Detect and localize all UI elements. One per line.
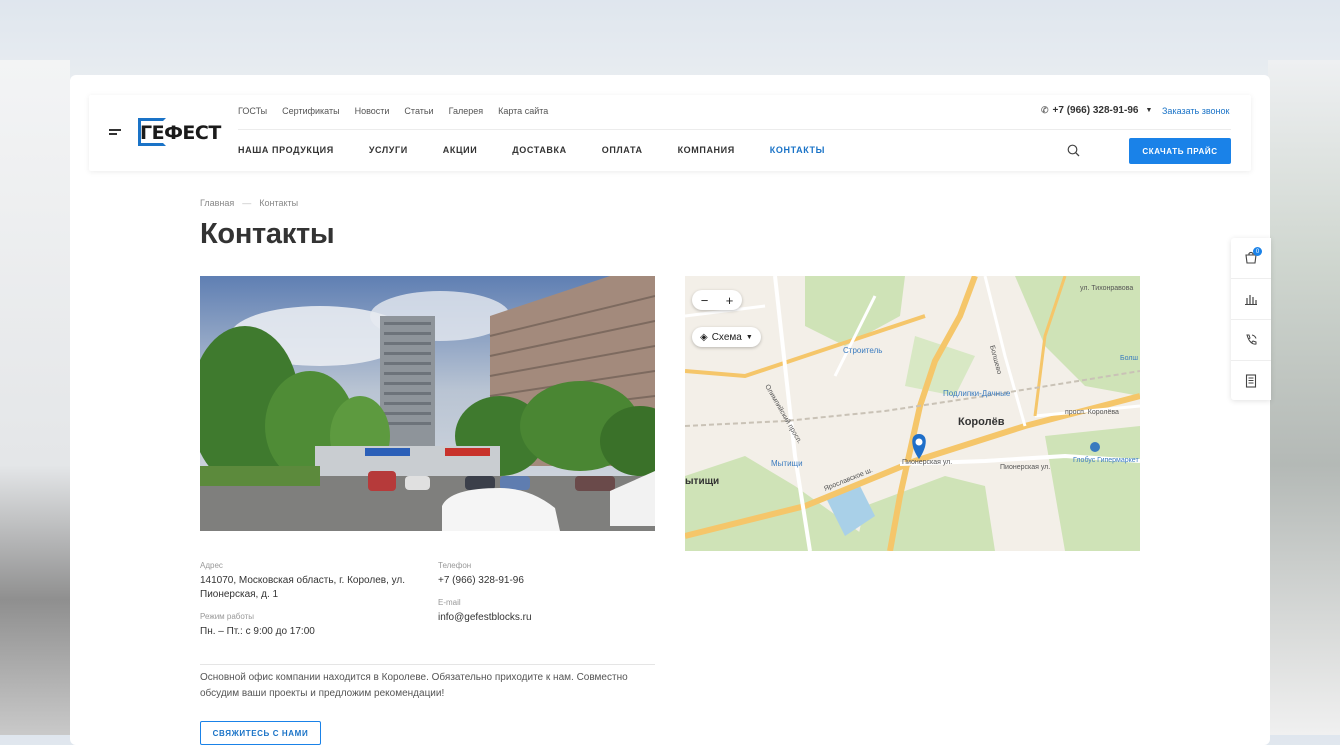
map-label-pionerskaya-2: Пионерская ул. (1000, 464, 1050, 471)
chevron-down-icon: ▼ (1145, 107, 1153, 114)
map-layer-label: Схема (711, 331, 742, 343)
phone-icon: ✆ (1041, 105, 1049, 115)
nav-company[interactable]: КОМПАНИЯ (678, 145, 735, 155)
top-link-sitemap[interactable]: Карта сайта (498, 106, 548, 116)
background-right (1268, 60, 1340, 735)
side-compare[interactable] (1231, 279, 1271, 320)
document-icon (1245, 374, 1257, 388)
breadcrumb-separator: — (242, 198, 252, 208)
address-value: 141070, Московская область, г. Королев, … (200, 575, 406, 600)
top-link-gallery[interactable]: Галерея (449, 106, 484, 116)
map-layer-selector[interactable]: ◈ Схема ▼ (692, 327, 761, 347)
email-label: E-mail (438, 598, 461, 607)
hours-label: Режим работы (200, 612, 255, 621)
map-label-podlipki: Подлипки-Дачные (943, 389, 1011, 398)
address-label: Адрес (200, 561, 223, 570)
background-left (0, 60, 70, 735)
callback-link[interactable]: Заказать звонок (1162, 106, 1229, 116)
nav-payment[interactable]: ОПЛАТА (602, 145, 643, 155)
side-document[interactable] (1231, 361, 1271, 401)
map-label-tikhonravova: ул. Тихонравова (1080, 285, 1133, 292)
logo[interactable]: ГЕФЕСТ (138, 116, 221, 150)
hours-block: Режим работы Пн. – Пт.: с 9:00 до 17:00 (200, 612, 425, 639)
nav-products[interactable]: НАША ПРОДУКЦИЯ (238, 145, 334, 155)
phone-call-icon (1246, 334, 1257, 345)
zoom-in-icon[interactable]: + (726, 293, 734, 308)
breadcrumb-current: Контакты (259, 198, 299, 208)
top-nav: ГОСТы Сертификаты Новости Статьи Галерея… (238, 106, 548, 116)
location-map[interactable]: Королёв Строитель Подлипки-Дачные Мытищи… (685, 276, 1140, 551)
page-title: Контакты (200, 218, 335, 250)
header: ГЕФЕСТ ГОСТы Сертификаты Новости Статьи … (89, 95, 1251, 171)
side-cart[interactable]: 0 (1231, 238, 1271, 279)
cart-count-badge: 0 (1253, 247, 1262, 256)
compare-icon (1245, 295, 1257, 305)
map-label-globus: Глобус Гипермаркет (1073, 456, 1139, 464)
phone-value[interactable]: +7 (966) 328-91-96 (438, 574, 638, 588)
breadcrumb-home[interactable]: Главная (200, 198, 234, 208)
hours-value: Пн. – Пт.: с 9:00 до 17:00 (200, 626, 315, 637)
download-price-button[interactable]: СКАЧАТЬ ПРАЙС (1129, 138, 1231, 164)
side-panel: 0 (1231, 238, 1271, 400)
email-block: E-mail info@gefestblocks.ru (438, 598, 638, 625)
header-divider (238, 129, 1231, 130)
top-link-news[interactable]: Новости (355, 106, 390, 116)
layers-icon: ◈ (700, 331, 708, 343)
phone-block: Телефон +7 (966) 328-91-96 (438, 561, 638, 588)
search-icon[interactable] (1067, 144, 1080, 157)
map-label-pionerskaya: Пионерская ул. (902, 459, 952, 466)
zoom-out-icon[interactable]: − (701, 293, 709, 308)
map-zoom-controls: − + (692, 290, 742, 310)
chevron-down-icon: ▼ (745, 333, 753, 341)
map-label-stroitel: Строитель (843, 346, 882, 355)
breadcrumb: Главная — Контакты (200, 198, 298, 208)
top-link-gost[interactable]: ГОСТы (238, 106, 267, 116)
map-label-korolev: Королёв (958, 416, 1005, 428)
top-link-articles[interactable]: Статьи (404, 106, 433, 116)
header-phone[interactable]: ✆ +7 (966) 328-91-96 ▼ (1041, 105, 1152, 116)
map-label-mytishchi: Мытищи (771, 459, 803, 468)
nav-promotions[interactable]: АКЦИИ (443, 145, 478, 155)
map-label-bolsh: Болш (1120, 355, 1138, 362)
main-nav: НАША ПРОДУКЦИЯ УСЛУГИ АКЦИИ ДОСТАВКА ОПЛ… (238, 145, 860, 155)
header-phone-number: +7 (966) 328-91-96 (1052, 105, 1139, 116)
top-link-certificates[interactable]: Сертификаты (282, 106, 339, 116)
logo-text: ГЕФЕСТ (140, 122, 221, 144)
nav-delivery[interactable]: ДОСТАВКА (512, 145, 566, 155)
office-description: Основной офис компании находится в Корол… (200, 672, 628, 699)
nav-contacts[interactable]: КОНТАКТЫ (770, 145, 825, 155)
office-photo (200, 276, 655, 531)
contact-us-button[interactable]: СВЯЖИТЕСЬ С НАМИ (200, 721, 321, 745)
email-value[interactable]: info@gefestblocks.ru (438, 611, 638, 625)
map-label-mytishchi-part: ытищи (685, 476, 719, 487)
side-callback[interactable] (1231, 320, 1271, 361)
menu-icon[interactable] (109, 129, 121, 137)
nav-services[interactable]: УСЛУГИ (369, 145, 408, 155)
address-block: Адрес 141070, Московская область, г. Кор… (200, 561, 425, 602)
map-label-korolyova: просп. Королёва (1065, 409, 1119, 416)
phone-label: Телефон (438, 561, 472, 570)
content-divider (200, 664, 655, 665)
